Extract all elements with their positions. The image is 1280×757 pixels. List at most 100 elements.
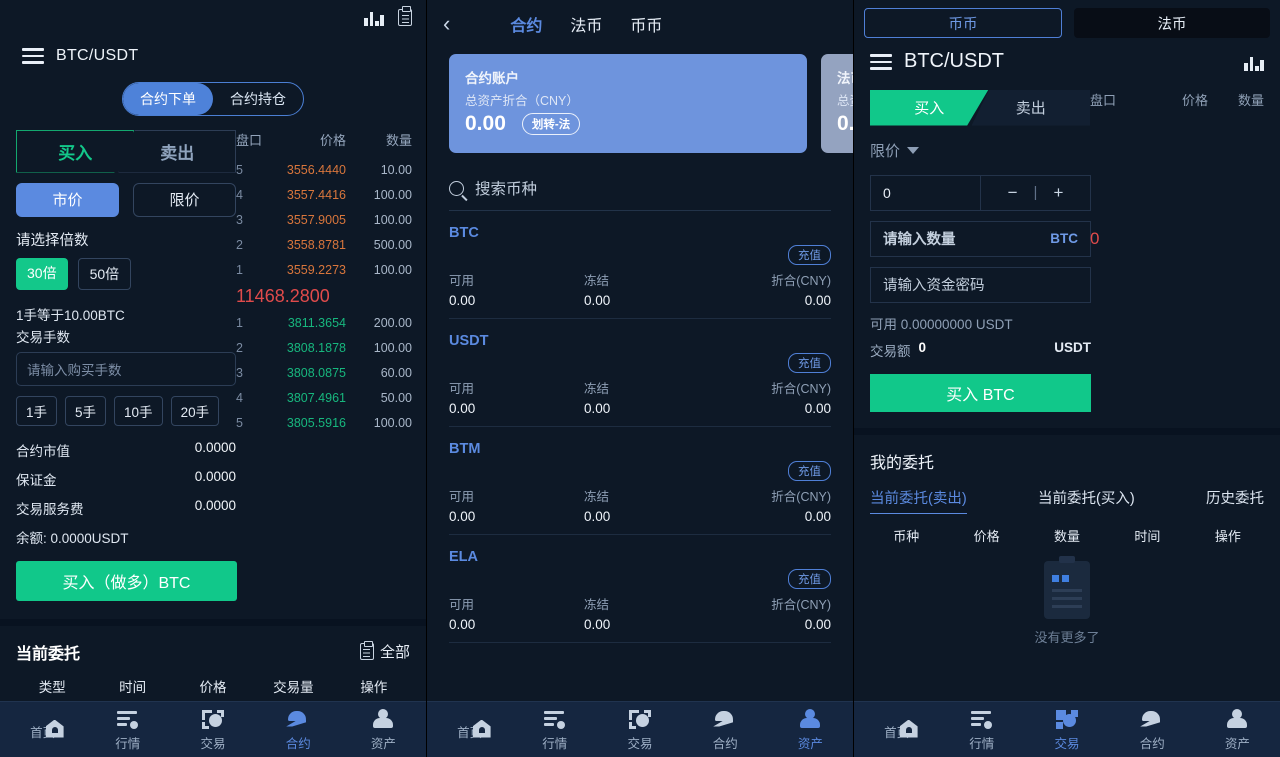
lot-quick-5[interactable]: 5手	[65, 395, 107, 426]
ask-price: 3559.2273	[286, 263, 346, 277]
orderbook-bid-row[interactable]: 4 3807.4961 50.00	[236, 386, 412, 411]
col-available: 可用	[449, 382, 475, 396]
val-cny: 0.00	[804, 617, 831, 632]
segment-order[interactable]: 合约下单	[123, 82, 213, 115]
tabbar-item-contract[interactable]: 合约	[683, 708, 768, 752]
lot-quick-20[interactable]: 20手	[170, 395, 220, 426]
tabbar-item-assets[interactable]: 资产	[768, 708, 853, 752]
submit-buy-long-button[interactable]: 买入（做多）BTC	[16, 560, 237, 601]
bar-chart-icon[interactable]	[364, 8, 384, 26]
deposit-button[interactable]: 充值	[788, 461, 831, 481]
tab-spot[interactable]: 币币	[864, 8, 1062, 38]
amount-input[interactable]: 请输入数量 BTC	[870, 220, 1091, 257]
bar-chart-icon[interactable]	[1244, 53, 1264, 71]
ask-level: 4	[236, 188, 243, 202]
deposit-button[interactable]: 充值	[788, 245, 831, 265]
orderbook-col-amount: 数量	[385, 132, 412, 148]
summary-row-fee: 交易服务费 0.0000	[16, 498, 236, 518]
deposit-button[interactable]: 充值	[788, 569, 831, 589]
tabbar-item-trade[interactable]: 交易	[1024, 708, 1109, 752]
orderbook-ask-row[interactable]: 5 3556.4440 10.00	[236, 158, 412, 183]
tabbar-item-market[interactable]: 行情	[939, 708, 1024, 752]
orderbook-ask-row[interactable]: 2 3558.8781 500.00	[236, 233, 412, 258]
tab-sell[interactable]: 卖出	[971, 89, 1090, 126]
trade-icon	[1055, 708, 1079, 730]
col-volume: 交易量	[273, 679, 314, 695]
tab-fiat-account[interactable]: 法币	[570, 12, 602, 36]
coin-name: USDT	[449, 333, 489, 349]
submit-buy-button[interactable]: 买入 BTC	[870, 373, 1091, 412]
tab-buy[interactable]: 买入	[870, 89, 989, 126]
price-stepper[interactable]: 0 − | +	[870, 174, 1091, 211]
segment-position[interactable]: 合约持仓	[213, 83, 303, 115]
hamburger-icon[interactable]	[870, 50, 892, 74]
tabbar-item-trade[interactable]: 交易	[170, 708, 255, 752]
leverage-30x[interactable]: 30倍	[16, 257, 68, 290]
card-subtitle: 总资产折合（CNY）	[465, 94, 579, 108]
tab-current-buy[interactable]: 当前委托(买入)	[1038, 487, 1135, 514]
panel2-navbar: ‹ 合约 法币 币币	[427, 0, 853, 48]
mode-limit[interactable]: 限价	[132, 182, 236, 217]
ask-price: 3557.9005	[286, 213, 346, 227]
mode-market[interactable]: 市价	[16, 182, 119, 217]
my-orders-columns: 币种 价格 数量 时间 操作	[854, 514, 1280, 545]
tab-spot-account[interactable]: 币币	[630, 12, 662, 36]
clipboard-icon[interactable]	[398, 6, 412, 26]
ask-level: 3	[236, 213, 243, 227]
bid-amount: 100.00	[373, 341, 412, 355]
tab-history[interactable]: 历史委托	[1206, 487, 1264, 514]
tabbar-item-home[interactable]: 首页	[0, 719, 85, 741]
tabbar-item-assets[interactable]: 资产	[1195, 708, 1280, 752]
orderbook-bid-row[interactable]: 2 3808.1878 100.00	[236, 336, 412, 361]
tab-sell[interactable]: 卖出	[118, 129, 236, 173]
tabbar-item-home[interactable]: 首页	[854, 719, 939, 741]
tab-contract-account[interactable]: 合约	[510, 12, 542, 36]
transfer-button[interactable]: 划转-法	[521, 113, 581, 135]
back-chevron-icon[interactable]: ‹	[443, 13, 450, 35]
hamburger-icon[interactable]	[22, 44, 44, 68]
col-cny: 折合(CNY)	[771, 490, 831, 504]
orderbook-last-price: 11468.2800	[236, 285, 330, 306]
tabbar-item-market[interactable]: 行情	[512, 708, 597, 752]
fund-password-input[interactable]: 请输入资金密码	[870, 266, 1091, 303]
orderbook-ask-row[interactable]: 1 3559.2273 100.00	[236, 258, 412, 283]
panel-assets: ‹ 合约 法币 币币 合约账户 总资产折合（CNY） 0.00 划转-法 法币账…	[427, 0, 854, 757]
leverage-50x[interactable]: 50倍	[77, 257, 132, 290]
val-cny: 0.00	[804, 509, 831, 524]
order-type-dropdown[interactable]: 限价	[870, 140, 1090, 161]
lot-quick-10[interactable]: 10手	[114, 395, 163, 426]
lot-quick-1[interactable]: 1手	[16, 395, 58, 426]
val-frozen: 0.00	[584, 617, 611, 632]
deposit-button[interactable]: 充值	[788, 353, 831, 373]
account-card-contract[interactable]: 合约账户 总资产折合（CNY） 0.00 划转-法	[449, 54, 807, 153]
price-value[interactable]: 0	[871, 176, 980, 210]
ask-price: 3557.4416	[286, 188, 346, 202]
tabbar-item-contract[interactable]: 合约	[1110, 708, 1195, 752]
tabbar-item-home[interactable]: 首页	[427, 719, 512, 741]
tab-current-sell[interactable]: 当前委托(卖出)	[870, 487, 967, 514]
account-card-fiat[interactable]: 法币账户 总资产折合（CNY） 0.00 划转-法	[821, 54, 853, 153]
lot-input[interactable]: 请输入购买手数	[16, 351, 236, 386]
tabbar-item-trade[interactable]: 交易	[597, 708, 682, 752]
tabbar-item-assets[interactable]: 资产	[341, 708, 426, 752]
ask-price: 3558.8781	[286, 238, 346, 252]
increment-button[interactable]: +	[1053, 183, 1063, 203]
decrement-button[interactable]: −	[1008, 183, 1018, 203]
section-divider	[0, 618, 426, 626]
view-all-orders-button[interactable]: 全部	[359, 640, 410, 662]
tab-buy[interactable]: 买入	[16, 129, 135, 173]
orderbook-bid-row[interactable]: 5 3805.5916 100.00	[236, 411, 412, 436]
search-input[interactable]: 搜索币种	[449, 177, 831, 211]
orderbook-bid-row[interactable]: 1 3811.3654 200.00	[236, 311, 412, 336]
contract-icon	[1140, 708, 1164, 730]
total-label: 交易额	[870, 343, 911, 359]
tabbar-item-market[interactable]: 行情	[85, 708, 170, 752]
summary-row-value: 合约市值 0.0000	[16, 440, 236, 460]
orderbook-ask-row[interactable]: 4 3557.4416 100.00	[236, 183, 412, 208]
ask-amount: 10.00	[380, 163, 412, 177]
tab-fiat[interactable]: 法币	[1074, 8, 1270, 38]
tabbar-item-contract[interactable]: 合约	[256, 708, 341, 752]
orderbook-ask-row[interactable]: 3 3557.9005 100.00	[236, 208, 412, 233]
orderbook-bid-row[interactable]: 3 3808.0875 60.00	[236, 361, 412, 386]
orderbook-col-price: 价格	[1181, 92, 1208, 108]
